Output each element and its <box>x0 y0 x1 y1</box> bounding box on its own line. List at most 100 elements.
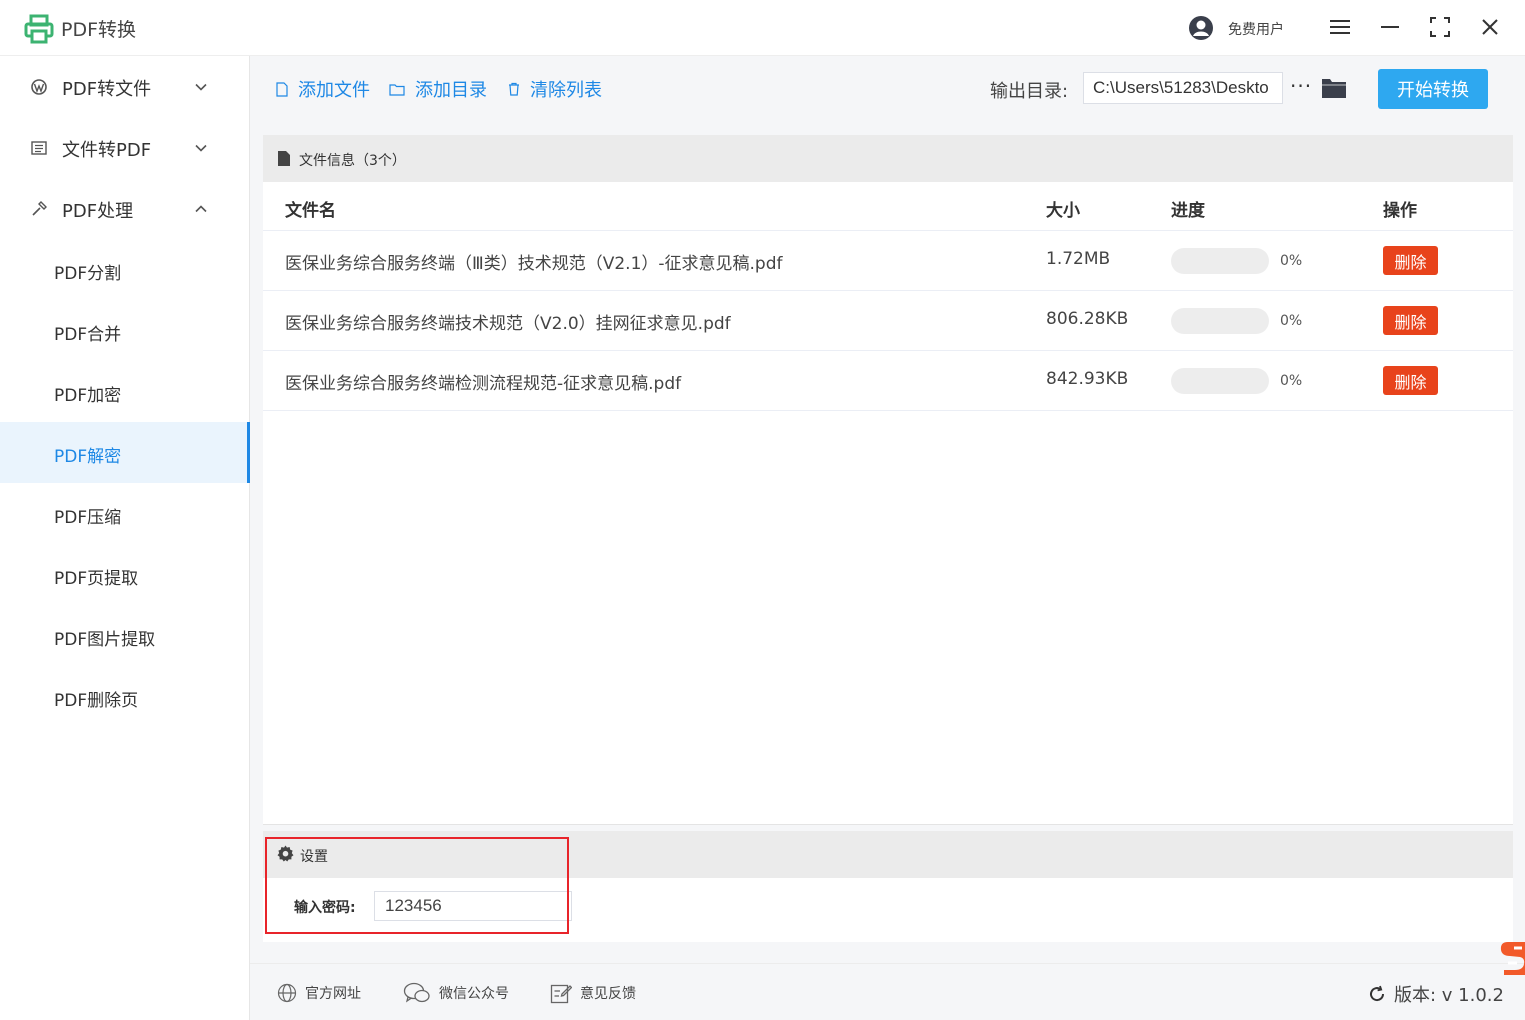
sidebar-item-label: PDF解密 <box>54 447 122 467</box>
hamburger-icon <box>1330 20 1350 34</box>
nav-group-file-to-pdf[interactable]: 文件转PDF <box>0 117 250 178</box>
nav-group-label: PDF处理 <box>62 201 134 222</box>
trash-icon <box>509 82 519 96</box>
menu-button[interactable] <box>1326 13 1354 41</box>
chevron-up-icon <box>195 205 207 213</box>
column-header-progress: 进度 <box>1171 201 1205 221</box>
close-button[interactable] <box>1476 13 1504 41</box>
progress-bar <box>1171 308 1269 334</box>
printer-logo-icon <box>24 14 54 44</box>
add-file-button[interactable]: 添加文件 <box>276 76 370 102</box>
document-icon <box>31 141 47 155</box>
file-info-panel: 文件信息（3个） 文件名 大小 进度 操作 医保业务综合服务终端（Ⅲ类）技术规范… <box>263 135 1513 825</box>
gear-icon <box>277 845 294 862</box>
column-header-name: 文件名 <box>285 201 336 221</box>
nav-group-pdf-processing[interactable]: PDF处理 <box>0 178 250 239</box>
file-size: 1.72MB <box>1046 249 1111 269</box>
progress-text: 0% <box>1280 373 1303 389</box>
clear-list-label: 清除列表 <box>530 80 602 101</box>
title-bar: PDF转换 免费用户 <box>0 0 1525 56</box>
delete-button[interactable]: 删除 <box>1383 246 1438 275</box>
edit-icon <box>550 984 572 1004</box>
progress-text: 0% <box>1280 313 1303 329</box>
progress-bar <box>1171 368 1269 394</box>
file-info-title: 文件信息（3个） <box>299 153 406 169</box>
table-row: 医保业务综合服务终端检测流程规范-征求意见稿.pdf 842.93KB 0% 删… <box>263 351 1513 411</box>
add-directory-button[interactable]: 添加目录 <box>389 76 487 102</box>
column-header-size: 大小 <box>1046 201 1080 221</box>
delete-button[interactable]: 删除 <box>1383 366 1438 395</box>
toolbar: 添加文件 添加目录 清除列表 输出目录: ··· 开始转换 <box>250 56 1525 123</box>
sidebar-item-label: PDF删除页 <box>54 691 139 711</box>
sidebar-item-pdf-split[interactable]: PDF分割 <box>0 239 250 300</box>
column-header-action: 操作 <box>1383 201 1417 221</box>
output-dir-label: 输出目录: <box>990 81 1069 102</box>
sidebar-item-label: PDF分割 <box>54 264 122 284</box>
file-solid-icon <box>278 151 290 166</box>
nav-group-pdf-to-file[interactable]: PDF转文件 <box>0 56 250 117</box>
folder-outline-icon <box>389 83 405 96</box>
file-size: 842.93KB <box>1046 369 1129 389</box>
feedback-link[interactable]: 意见反馈 <box>550 980 636 1006</box>
version-label: 版本: v 1.0.2 <box>1394 985 1504 1006</box>
settings-panel: 设置 输入密码: <box>263 831 1513 942</box>
start-convert-button[interactable]: 开始转换 <box>1378 69 1488 109</box>
file-icon <box>276 81 288 97</box>
sidebar-item-pdf-merge[interactable]: PDF合并 <box>0 300 250 361</box>
minimize-icon <box>1381 26 1399 28</box>
main-content: 添加文件 添加目录 清除列表 输出目录: ··· 开始转换 文件信息（3个） 文… <box>250 56 1525 1020</box>
sidebar-item-pdf-image-extract[interactable]: PDF图片提取 <box>0 605 250 666</box>
output-dir-input[interactable] <box>1083 72 1283 104</box>
add-file-label: 添加文件 <box>298 80 370 101</box>
chevron-down-icon <box>195 83 207 91</box>
official-website-link[interactable]: 官方网址 <box>277 980 361 1006</box>
fullscreen-icon <box>1430 17 1450 37</box>
sidebar-item-label: PDF图片提取 <box>54 630 156 650</box>
settings-title: 设置 <box>300 849 328 865</box>
globe-icon <box>277 983 297 1003</box>
official-website-label: 官方网址 <box>305 986 361 1002</box>
table-row: 医保业务综合服务终端技术规范（V2.0）挂网征求意见.pdf 806.28KB … <box>263 291 1513 351</box>
user-avatar-icon[interactable] <box>1188 15 1214 41</box>
sidebar-item-label: PDF压缩 <box>54 508 122 528</box>
table-row: 医保业务综合服务终端（Ⅲ类）技术规范（V2.1）-征求意见稿.pdf 1.72M… <box>263 231 1513 291</box>
minimize-button[interactable] <box>1376 13 1404 41</box>
sidebar-item-pdf-compress[interactable]: PDF压缩 <box>0 483 250 544</box>
app-title: PDF转换 <box>61 19 137 41</box>
folder-icon[interactable] <box>1321 76 1347 100</box>
nav-group-label: PDF转文件 <box>62 79 152 100</box>
wordpress-icon <box>31 79 47 95</box>
password-input[interactable] <box>374 891 572 921</box>
sidebar-item-pdf-page-extract[interactable]: PDF页提取 <box>0 544 250 605</box>
progress-text: 0% <box>1280 253 1303 269</box>
refresh-icon <box>1370 985 1385 1002</box>
file-name: 医保业务综合服务终端技术规范（V2.0）挂网征求意见.pdf <box>285 314 731 334</box>
wechat-icon <box>403 982 430 1003</box>
footer: 官方网址 微信公众号 意见反馈 版本: v 1.0.2 <box>250 963 1525 1020</box>
delete-button[interactable]: 删除 <box>1383 306 1438 335</box>
sidebar-item-pdf-delete-page[interactable]: PDF删除页 <box>0 666 250 727</box>
user-label[interactable]: 免费用户 <box>1228 19 1284 39</box>
file-name: 医保业务综合服务终端（Ⅲ类）技术规范（V2.1）-征求意见稿.pdf <box>285 254 783 274</box>
sidebar-item-pdf-encrypt[interactable]: PDF加密 <box>0 361 250 422</box>
tool-icon <box>32 201 47 216</box>
progress-bar <box>1171 248 1269 274</box>
version-info[interactable]: 版本: v 1.0.2 <box>1368 981 1504 1007</box>
file-info-header: 文件信息（3个） <box>263 135 1513 182</box>
sidebar-item-label: PDF加密 <box>54 386 122 406</box>
feedback-label: 意见反馈 <box>580 986 636 1002</box>
file-name: 医保业务综合服务终端检测流程规范-征求意见稿.pdf <box>285 374 682 394</box>
sidebar-item-label: PDF页提取 <box>54 569 139 589</box>
maximize-button[interactable] <box>1426 13 1454 41</box>
close-icon <box>1482 19 1498 35</box>
sogou-input-icon[interactable] <box>1500 940 1525 976</box>
sidebar: PDF转文件 文件转PDF PDF处理 PDF分割 PDF合并 PDF加密 PD… <box>0 56 250 1020</box>
settings-header: 设置 <box>263 831 1513 878</box>
clear-list-button[interactable]: 清除列表 <box>508 76 602 102</box>
wechat-account-link[interactable]: 微信公众号 <box>403 980 509 1006</box>
browse-more-button[interactable]: ··· <box>1290 74 1312 98</box>
add-directory-label: 添加目录 <box>415 80 487 101</box>
sidebar-item-pdf-decrypt[interactable]: PDF解密 <box>0 422 250 483</box>
nav-group-label: 文件转PDF <box>62 140 152 161</box>
chevron-down-icon <box>195 144 207 152</box>
